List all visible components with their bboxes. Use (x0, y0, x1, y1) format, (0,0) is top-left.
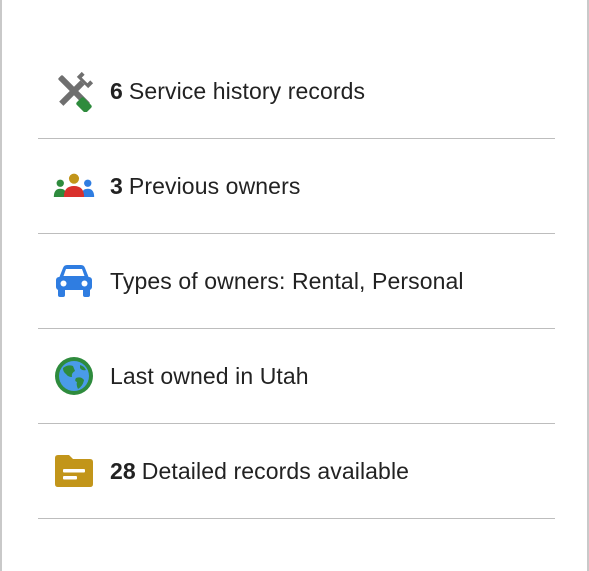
list-item-last-location: Last owned in Utah (38, 329, 555, 424)
car-icon (52, 259, 96, 303)
tools-icon (52, 69, 96, 113)
folder-icon (52, 449, 96, 493)
detailed-records-count: 28 (110, 457, 136, 484)
list-item-service-history: 6 Service history records (38, 44, 555, 139)
people-icon (52, 164, 96, 208)
previous-owners-label: Previous owners (128, 172, 301, 199)
service-records-label: Service history records (128, 77, 366, 104)
last-location-label: Last owned in Utah (110, 362, 309, 389)
history-summary-list: 6 Service history records 3 Previous own… (38, 44, 555, 519)
detailed-records-label: Detailed records available (141, 457, 410, 484)
service-records-count: 6 (110, 77, 123, 104)
vehicle-history-panel: 6 Service history records 3 Previous own… (0, 0, 589, 571)
list-item-owner-types: Types of owners: Rental, Personal (38, 234, 555, 329)
previous-owners-count: 3 (110, 172, 123, 199)
list-item-previous-owners: 3 Previous owners (38, 139, 555, 234)
globe-icon (52, 354, 96, 398)
list-item-detailed-records: 28 Detailed records available (38, 424, 555, 519)
owner-types-label: Types of owners: Rental, Personal (110, 267, 464, 294)
